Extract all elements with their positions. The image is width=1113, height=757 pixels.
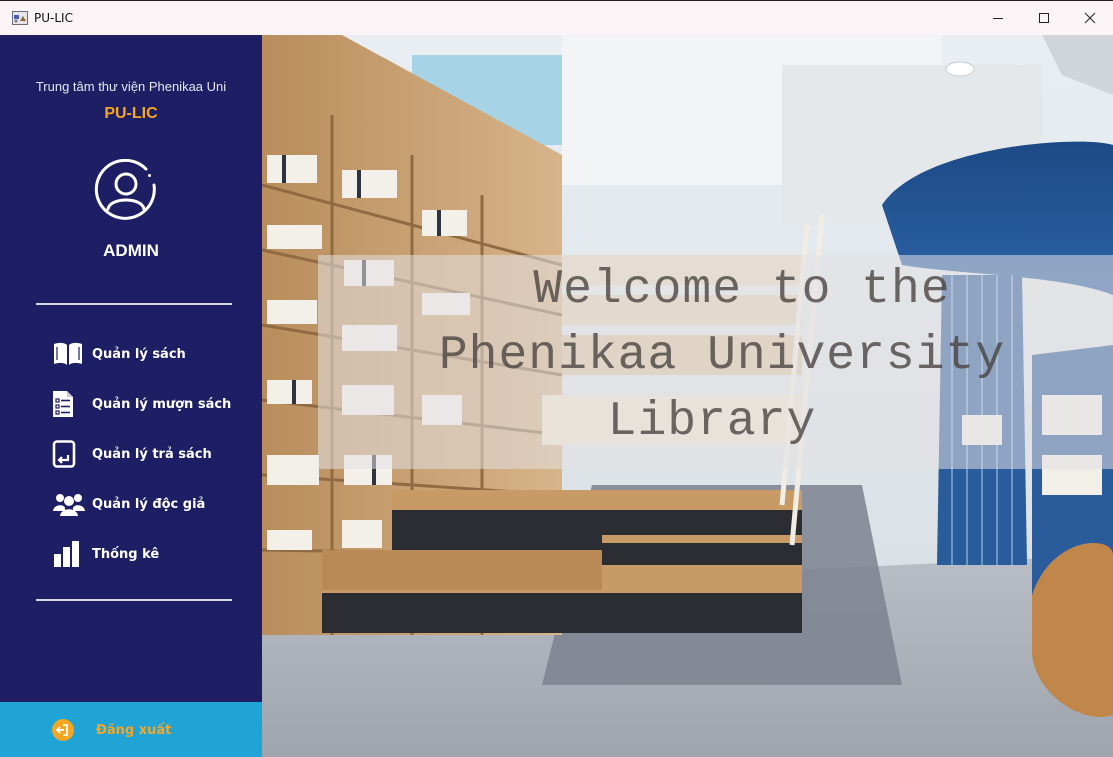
sidebar-item-label: Thống kê — [92, 546, 160, 562]
logout-icon — [52, 719, 74, 741]
user-avatar-icon — [94, 158, 158, 223]
app-icon — [12, 11, 28, 25]
sidebar: Trung tâm thư viện Phenikaa Uni PU-LIC A… — [0, 35, 262, 757]
window-controls — [975, 1, 1113, 35]
welcome-line-1: Welcome to the — [533, 263, 951, 317]
sidebar-item-label: Quản lý sách — [92, 346, 186, 362]
maximize-button[interactable] — [1021, 1, 1067, 35]
main-content: Welcome to the Phenikaa University Libra… — [262, 35, 1113, 757]
sidebar-item-reader-management[interactable]: Quản lý độc giả — [52, 489, 205, 519]
maximize-icon — [1039, 13, 1049, 23]
logout-label: Đăng xuất — [96, 722, 172, 738]
title-bar: PU-LIC — [0, 1, 1113, 35]
minimize-icon — [993, 18, 1003, 19]
minimize-button[interactable] — [975, 1, 1021, 35]
welcome-line-2: Phenikaa University — [438, 329, 1006, 383]
book-icon — [52, 339, 92, 369]
sidebar-divider — [36, 599, 232, 601]
window-title: PU-LIC — [34, 11, 73, 25]
welcome-line-3: Library — [607, 395, 817, 449]
brand-name: PU-LIC — [104, 105, 158, 122]
logout-button[interactable]: Đăng xuất — [0, 702, 262, 757]
bar-chart-icon — [52, 539, 92, 569]
sidebar-item-return-management[interactable]: Quản lý trả sách — [52, 439, 212, 469]
sidebar-divider — [36, 303, 232, 305]
close-icon — [1084, 12, 1096, 24]
return-book-icon — [52, 439, 92, 469]
sidebar-item-label: Quản lý trả sách — [92, 446, 212, 462]
users-icon — [52, 489, 92, 519]
sidebar-item-statistics[interactable]: Thống kê — [52, 539, 159, 569]
user-role: ADMIN — [103, 241, 159, 260]
sidebar-item-book-management[interactable]: Quản lý sách — [52, 339, 186, 369]
sidebar-item-label: Quản lý mượn sách — [92, 396, 232, 412]
sidebar-item-borrow-management[interactable]: Quản lý mượn sách — [52, 389, 231, 419]
close-button[interactable] — [1067, 1, 1113, 35]
sidebar-item-label: Quản lý độc giả — [92, 496, 206, 512]
app-window: PU-LIC Trung tâm thư viện Phenikaa Uni P… — [0, 0, 1113, 757]
document-list-icon — [52, 389, 92, 419]
org-name: Trung tâm thư viện Phenikaa Uni — [35, 79, 227, 94]
